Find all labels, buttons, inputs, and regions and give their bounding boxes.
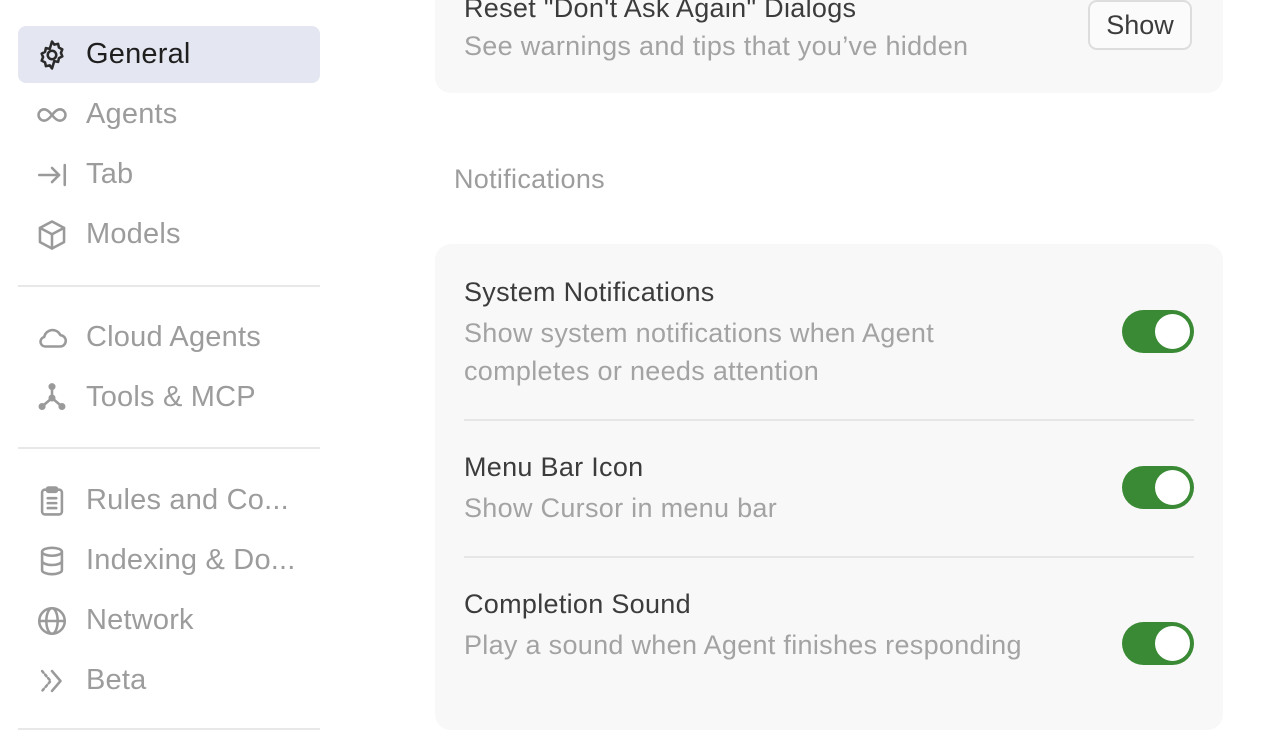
sidebar-item-label: Models xyxy=(86,218,181,250)
system-notifications-toggle[interactable] xyxy=(1122,310,1194,353)
nodes-icon xyxy=(34,380,70,416)
arrow-to-line-icon xyxy=(34,157,70,193)
globe-icon xyxy=(34,603,70,639)
sidebar-item-agents[interactable]: Agents xyxy=(18,86,320,143)
menu-bar-icon-title: Menu Bar Icon xyxy=(464,452,644,482)
sidebar-item-label: Tab xyxy=(86,158,134,190)
sidebar-item-tools-mcp[interactable]: Tools & MCP xyxy=(18,369,320,426)
sidebar-item-label: General xyxy=(86,38,191,70)
double-chevron-icon xyxy=(34,663,70,699)
sidebar-divider xyxy=(18,447,320,449)
reset-dialogs-description: See warnings and tips that you’ve hidden xyxy=(464,31,969,61)
sidebar-item-rules[interactable]: Rules and Co... xyxy=(18,472,320,529)
reset-dialogs-card: Reset "Don't Ask Again" Dialogs See warn… xyxy=(435,0,1223,93)
notifications-card: System Notifications Show system notific… xyxy=(435,244,1223,730)
completion-sound-description: Play a sound when Agent finishes respond… xyxy=(464,630,1022,660)
toggle-knob xyxy=(1155,626,1190,661)
sidebar-item-general[interactable]: General xyxy=(18,26,320,83)
row-divider xyxy=(464,556,1194,558)
completion-sound-toggle[interactable] xyxy=(1122,622,1194,665)
clipboard-icon xyxy=(34,483,70,519)
sidebar-item-tab[interactable]: Tab xyxy=(18,146,320,203)
system-notifications-description: Show system notifications when Agent com… xyxy=(464,318,935,386)
gear-icon xyxy=(34,37,70,73)
sidebar-item-indexing[interactable]: Indexing & Do... xyxy=(18,532,320,589)
sidebar-item-label: Cloud Agents xyxy=(86,321,261,353)
notifications-heading: Notifications xyxy=(454,164,605,194)
sidebar-item-cloud-agents[interactable]: Cloud Agents xyxy=(18,309,320,366)
toggle-knob xyxy=(1155,314,1190,349)
toggle-knob xyxy=(1155,470,1190,505)
settings-window: General Agents Tab Models Cloud Agents T… xyxy=(0,0,1288,742)
sidebar-item-label: Indexing & Do... xyxy=(86,544,296,576)
settings-sidebar: General Agents Tab Models Cloud Agents T… xyxy=(18,0,320,742)
cube-icon xyxy=(34,217,70,253)
completion-sound-title: Completion Sound xyxy=(464,589,691,619)
menu-bar-icon-toggle[interactable] xyxy=(1122,466,1194,509)
sidebar-item-models[interactable]: Models xyxy=(18,206,320,263)
menu-bar-icon-description: Show Cursor in menu bar xyxy=(464,493,778,523)
reset-dialogs-title: Reset "Don't Ask Again" Dialogs xyxy=(464,0,857,23)
sidebar-item-label: Rules and Co... xyxy=(86,484,289,516)
sidebar-item-label: Tools & MCP xyxy=(86,381,256,413)
database-icon xyxy=(34,543,70,579)
show-hidden-dialogs-button[interactable]: Show xyxy=(1088,0,1192,50)
sidebar-divider xyxy=(18,285,320,287)
sidebar-divider xyxy=(18,728,320,730)
sidebar-item-network[interactable]: Network xyxy=(18,592,320,649)
sidebar-item-label: Agents xyxy=(86,98,178,130)
cloud-icon xyxy=(34,320,70,356)
row-divider xyxy=(464,419,1194,421)
system-notifications-title: System Notifications xyxy=(464,277,715,307)
sidebar-item-beta[interactable]: Beta xyxy=(18,652,320,709)
sidebar-item-label: Network xyxy=(86,604,194,636)
sidebar-item-label: Beta xyxy=(86,664,147,696)
infinity-icon xyxy=(34,97,70,133)
